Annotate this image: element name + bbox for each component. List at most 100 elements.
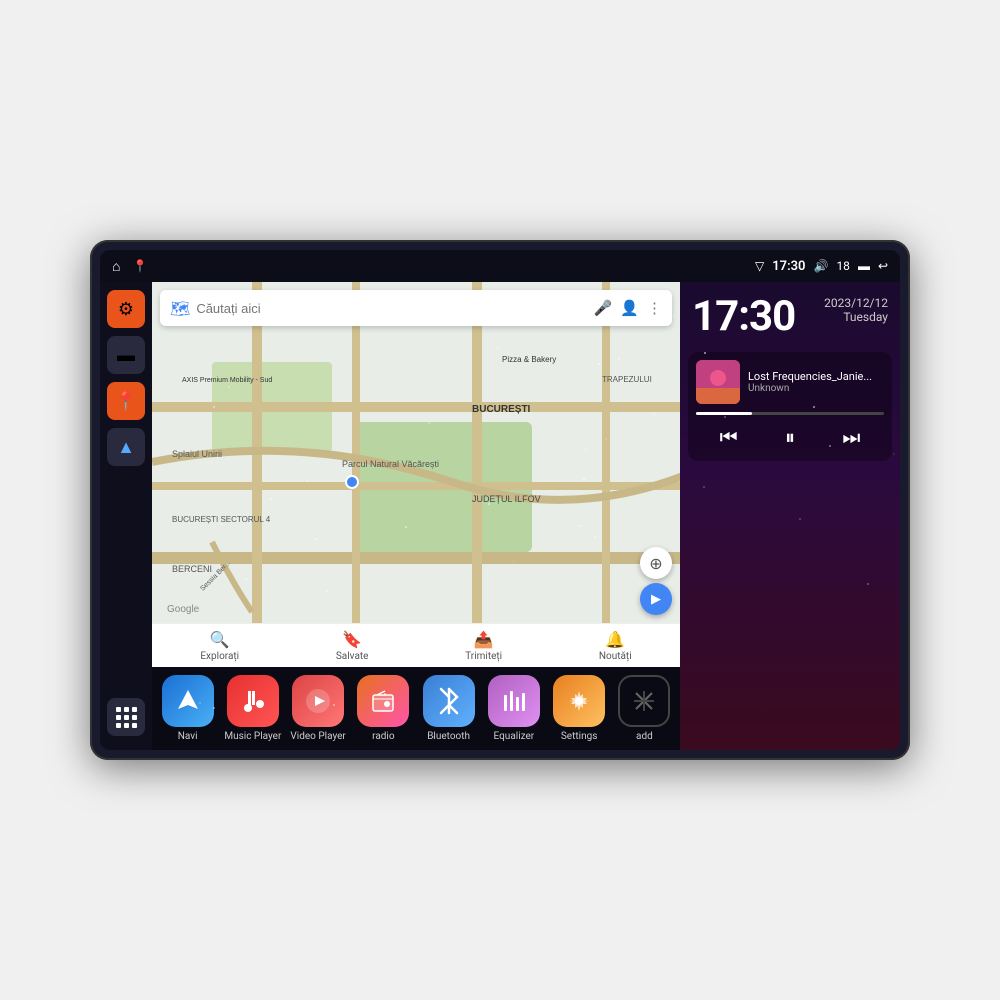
music-title: Lost Frequencies_Janie... [748,370,884,383]
explore-label: Explorați [200,651,239,662]
star [703,486,705,488]
more-icon[interactable]: ⋮ [647,299,662,317]
radio-app-icon [357,675,409,727]
progress-fill [696,412,752,415]
map-container[interactable]: Splaiul Unirii Parcul Natural Văcărești … [152,282,680,667]
explore-icon: 🔍 [210,630,230,649]
equalizer-app[interactable]: Equalizer [484,675,543,742]
saved-icon: 🔖 [342,630,362,649]
news-label: Noutăți [599,651,632,662]
music-app-label: Music Player [224,731,281,742]
navi-app[interactable]: Navi [158,675,217,742]
music-artist: Unknown [748,383,884,394]
star [867,583,869,585]
status-bar: ⌂ 📍 ▽ 17:30 🔊 18 ▬ ↩ [100,250,900,282]
device: ⌂ 📍 ▽ 17:30 🔊 18 ▬ ↩ ⚙ ▬ [90,240,910,760]
clock-date-day: Tuesday [824,310,888,324]
svg-text:Google: Google [167,604,200,615]
saved-button[interactable]: 🔖 Salvate [336,630,369,662]
svg-text:BERCENI: BERCENI [172,564,212,574]
map-search-input[interactable] [196,301,587,316]
share-button[interactable]: 📤 Trimiteți [465,630,502,662]
next-button[interactable]: ⏭ [832,421,870,453]
files-sidebar-icon[interactable]: ▬ [107,336,145,374]
add-app[interactable]: add [615,675,674,742]
grid-sidebar-icon[interactable] [107,698,145,736]
pin-icon: 📍 [115,391,137,412]
equalizer-app-label: Equalizer [494,731,535,742]
svg-text:BUCUREȘTI: BUCUREȘTI [472,404,531,415]
star [893,453,895,455]
screen: ⌂ 📍 ▽ 17:30 🔊 18 ▬ ↩ ⚙ ▬ [100,250,900,750]
clock-date: 2023/12/12 Tuesday [824,296,888,324]
svg-text:BUCUREȘTI SECTORUL 4: BUCUREȘTI SECTORUL 4 [172,515,271,524]
music-app[interactable]: Music Player [223,675,282,742]
settings-app-label: Settings [561,731,598,742]
maps-sidebar-icon[interactable]: 📍 [107,382,145,420]
app-grid-panel: Navi Music Player Video Player radio Blueto… [152,667,680,750]
settings-app-icon [553,675,605,727]
mic-icon[interactable]: 🎤 [594,299,613,317]
video-app[interactable]: Video Player [289,675,348,742]
prev-button[interactable]: ⏮ [710,421,748,453]
music-details: Lost Frequencies_Janie... Unknown [748,370,884,394]
video-app-icon [292,675,344,727]
back-icon[interactable]: ↩ [878,259,888,273]
folder-icon: ▬ [117,345,135,366]
music-widget: Lost Frequencies_Janie... Unknown ⏮ ⏸ ⏭ [688,352,892,461]
target-icon: ⊕ [649,554,662,573]
album-art [696,360,740,404]
svg-text:AXIS Premium Mobility - Sud: AXIS Premium Mobility - Sud [182,377,272,384]
signal-display: 18 [836,259,850,273]
navi-app-icon [162,675,214,727]
svg-text:Pizza & Bakery: Pizza & Bakery [502,355,556,364]
clock-date-year: 2023/12/12 [824,296,888,310]
volume-icon: 🔊 [813,259,828,273]
share-icon: 📤 [474,630,494,649]
equalizer-app-icon [488,675,540,727]
settings-app[interactable]: Settings [550,675,609,742]
right-panel: 17:30 2023/12/12 Tuesday [680,282,900,750]
nav-sidebar-icon[interactable]: ▲ [107,428,145,466]
gear-icon: ⚙ [118,299,134,320]
radio-app[interactable]: radio [354,675,413,742]
bluetooth-app-icon [423,675,475,727]
svg-text:Parcul Natural Văcărești: Parcul Natural Văcărești [342,459,439,469]
music-info: Lost Frequencies_Janie... Unknown [696,360,884,404]
pause-button[interactable]: ⏸ [775,421,805,453]
wifi-icon: ▽ [755,259,764,273]
user-icon[interactable]: 👤 [620,299,639,317]
music-controls: ⏮ ⏸ ⏭ [696,421,884,453]
add-app-label: add [636,731,653,742]
radio-app-label: radio [372,731,394,742]
bluetooth-app-label: Bluetooth [427,731,470,742]
settings-sidebar-icon[interactable]: ⚙ [107,290,145,328]
map-bottom-bar: 🔍 Explorați 🔖 Salvate 📤 Trimiteți � [152,623,680,667]
saved-label: Salvate [336,651,369,662]
clock-widget: 17:30 2023/12/12 Tuesday [680,282,900,348]
video-app-label: Video Player [290,731,345,742]
svg-text:JUDEȚUL ILFOV: JUDEȚUL ILFOV [472,494,541,504]
google-maps-icon: 🗺 [170,299,190,318]
share-label: Trimiteți [465,651,502,662]
svg-text:Splaiul Unirii: Splaiul Unirii [172,449,222,459]
grid-icon [116,707,137,728]
navigate-icon: ▶ [651,592,661,607]
map-search-bar[interactable]: 🗺 🎤 👤 ⋮ [160,290,672,326]
home-icon[interactable]: ⌂ [112,258,120,275]
progress-bar[interactable] [696,412,884,415]
start-nav-button[interactable]: ▶ [640,583,672,615]
maps-status-icon[interactable]: 📍 [132,259,147,273]
news-icon: 🔔 [605,630,625,649]
news-button[interactable]: 🔔 Noutăți [599,630,632,662]
center-location-button[interactable]: ⊕ [640,547,672,579]
main-content: ⚙ ▬ 📍 ▲ [100,282,900,750]
music-app-icon [227,675,279,727]
bluetooth-app[interactable]: Bluetooth [419,675,478,742]
navi-app-label: Navi [178,731,198,742]
star [799,518,801,520]
arrow-icon: ▲ [117,437,135,458]
battery-icon: ▬ [858,259,870,273]
map-background: Splaiul Unirii Parcul Natural Văcărești … [152,282,680,667]
explore-button[interactable]: 🔍 Explorați [200,630,239,662]
